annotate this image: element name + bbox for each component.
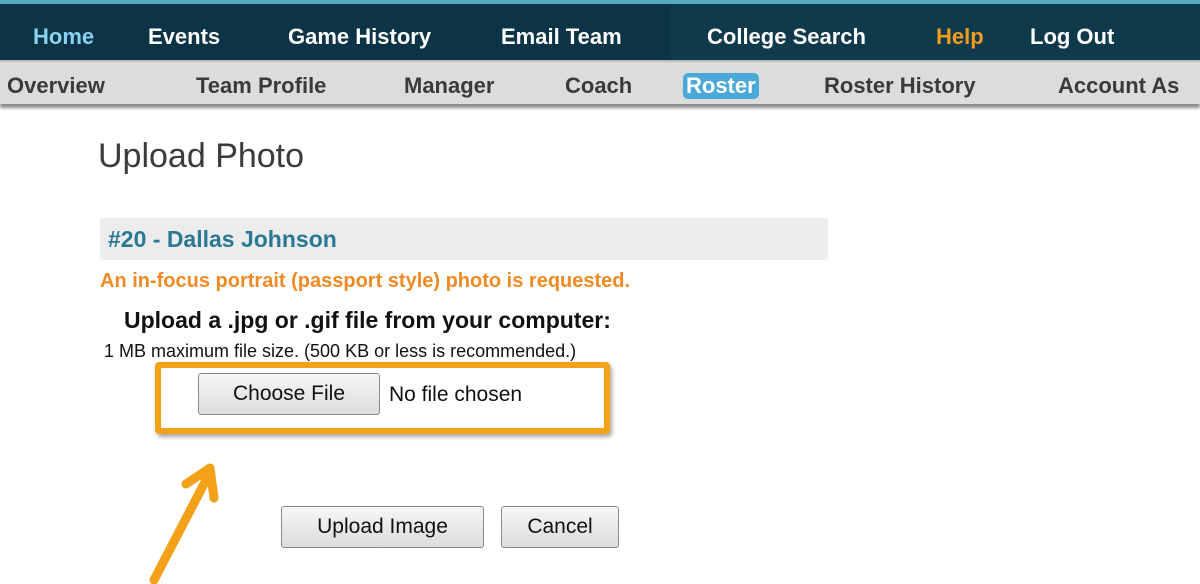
top-nav-log-out[interactable]: Log Out xyxy=(1030,24,1114,50)
file-size-note: 1 MB maximum file size. (500 KB or less … xyxy=(104,341,577,361)
sub-nav-roster[interactable]: Roster xyxy=(683,73,759,99)
sub-nav-team-profile[interactable]: Team Profile xyxy=(196,73,326,99)
top-nav-help[interactable]: Help xyxy=(936,24,984,50)
sub-nav-manager[interactable]: Manager xyxy=(404,73,494,99)
top-nav-home[interactable]: Home xyxy=(33,24,94,50)
sub-nav-roster-history[interactable]: Roster History xyxy=(824,73,976,99)
sub-nav-coach[interactable]: Coach xyxy=(565,73,632,99)
sub-nav: Overview Team Profile Manager Coach Rost… xyxy=(0,60,1200,104)
top-nav-college-search[interactable]: College Search xyxy=(707,24,866,50)
sub-nav-account-as[interactable]: Account As xyxy=(1058,73,1179,99)
top-nav-email-team[interactable]: Email Team xyxy=(501,24,622,50)
upload-heading: Upload a .jpg or .gif file from your com… xyxy=(124,307,611,333)
player-name: #20 - Dallas Johnson xyxy=(108,226,337,252)
upload-image-button[interactable]: Upload Image xyxy=(281,506,484,548)
player-bar: #20 - Dallas Johnson xyxy=(100,218,828,260)
choose-file-button[interactable]: Choose File xyxy=(198,373,380,415)
arrow-up-right-icon xyxy=(149,463,219,584)
file-status: No file chosen xyxy=(389,383,523,406)
top-nav: Home Events Game History Email Team Coll… xyxy=(0,0,1200,60)
photo-request-note: An in-focus portrait (passport style) ph… xyxy=(100,270,631,292)
top-nav-game-history[interactable]: Game History xyxy=(288,24,431,50)
sub-nav-overview[interactable]: Overview xyxy=(7,73,105,99)
top-nav-events[interactable]: Events xyxy=(148,24,220,50)
cancel-button[interactable]: Cancel xyxy=(501,506,619,548)
page-title: Upload Photo xyxy=(98,137,305,175)
